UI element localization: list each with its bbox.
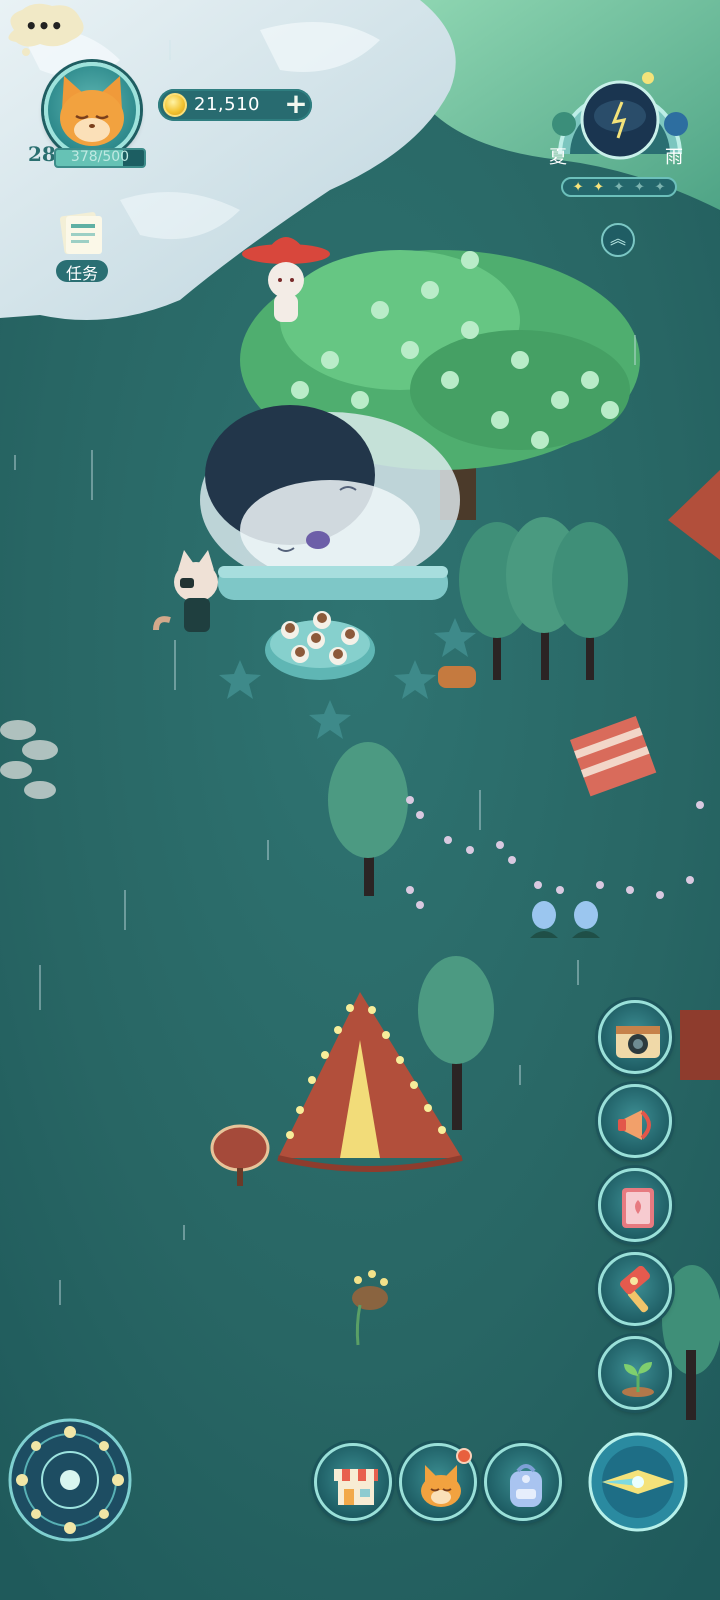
fox-friend-icon: [421, 1465, 461, 1507]
star-filled-icon: ✦: [572, 179, 584, 195]
compass-button[interactable]: [588, 1432, 688, 1532]
npc-speech-bubble: •••: [8, 3, 84, 56]
handbook-button[interactable]: [598, 1168, 672, 1242]
hammer-icon: [620, 1266, 650, 1313]
star-empty-icon: ✦: [634, 179, 645, 195]
season-label: 夏: [549, 147, 567, 168]
add-coins-button[interactable]: +: [282, 89, 310, 121]
fox-avatar-icon: [60, 76, 124, 146]
moon-phase-icon: [8, 1418, 132, 1542]
sprout-icon: [622, 1362, 654, 1397]
speech-dots: •••: [25, 14, 63, 38]
weather-label: 雨: [665, 147, 683, 168]
expand-weather-button[interactable]: ︽: [601, 223, 635, 257]
megaphone-icon: [618, 1110, 651, 1140]
star-empty-icon: ✦: [613, 179, 625, 195]
camera-button[interactable]: [598, 1000, 672, 1074]
shop-icon: [334, 1469, 378, 1505]
build-button[interactable]: [598, 1252, 672, 1326]
quest-label: 任务: [56, 260, 108, 283]
compass-icon: [588, 1432, 688, 1532]
weather-rating: ✦ ✦ ✦ ✦ ✦: [561, 177, 677, 197]
leaf-icon: [552, 112, 576, 136]
player-level: 28: [28, 142, 56, 166]
magic-circle-button[interactable]: [8, 1418, 132, 1542]
inventory-button[interactable]: [484, 1443, 562, 1521]
coin-icon: [163, 93, 187, 117]
notification-badge: [456, 1448, 472, 1464]
quest-scroll-icon: [59, 212, 102, 254]
announcement-button[interactable]: [598, 1084, 672, 1158]
coin-value: 21,510: [194, 94, 260, 115]
shop-button[interactable]: [314, 1443, 392, 1521]
exp-bar: 378/500: [54, 148, 146, 168]
friends-button[interactable]: [399, 1443, 477, 1521]
garden-button[interactable]: [598, 1336, 672, 1410]
exp-text: 378/500: [70, 149, 130, 165]
camera-icon: [616, 1026, 660, 1058]
coin-counter: 21,510 +: [158, 89, 312, 121]
star-empty-icon: ✦: [654, 179, 666, 195]
quest-button[interactable]: 任务: [56, 208, 108, 283]
book-icon: [622, 1188, 654, 1228]
backpack-icon: [510, 1464, 542, 1507]
star-filled-icon: ✦: [593, 179, 604, 195]
player-avatar[interactable]: [44, 62, 140, 158]
raindrop-icon: [664, 112, 688, 136]
